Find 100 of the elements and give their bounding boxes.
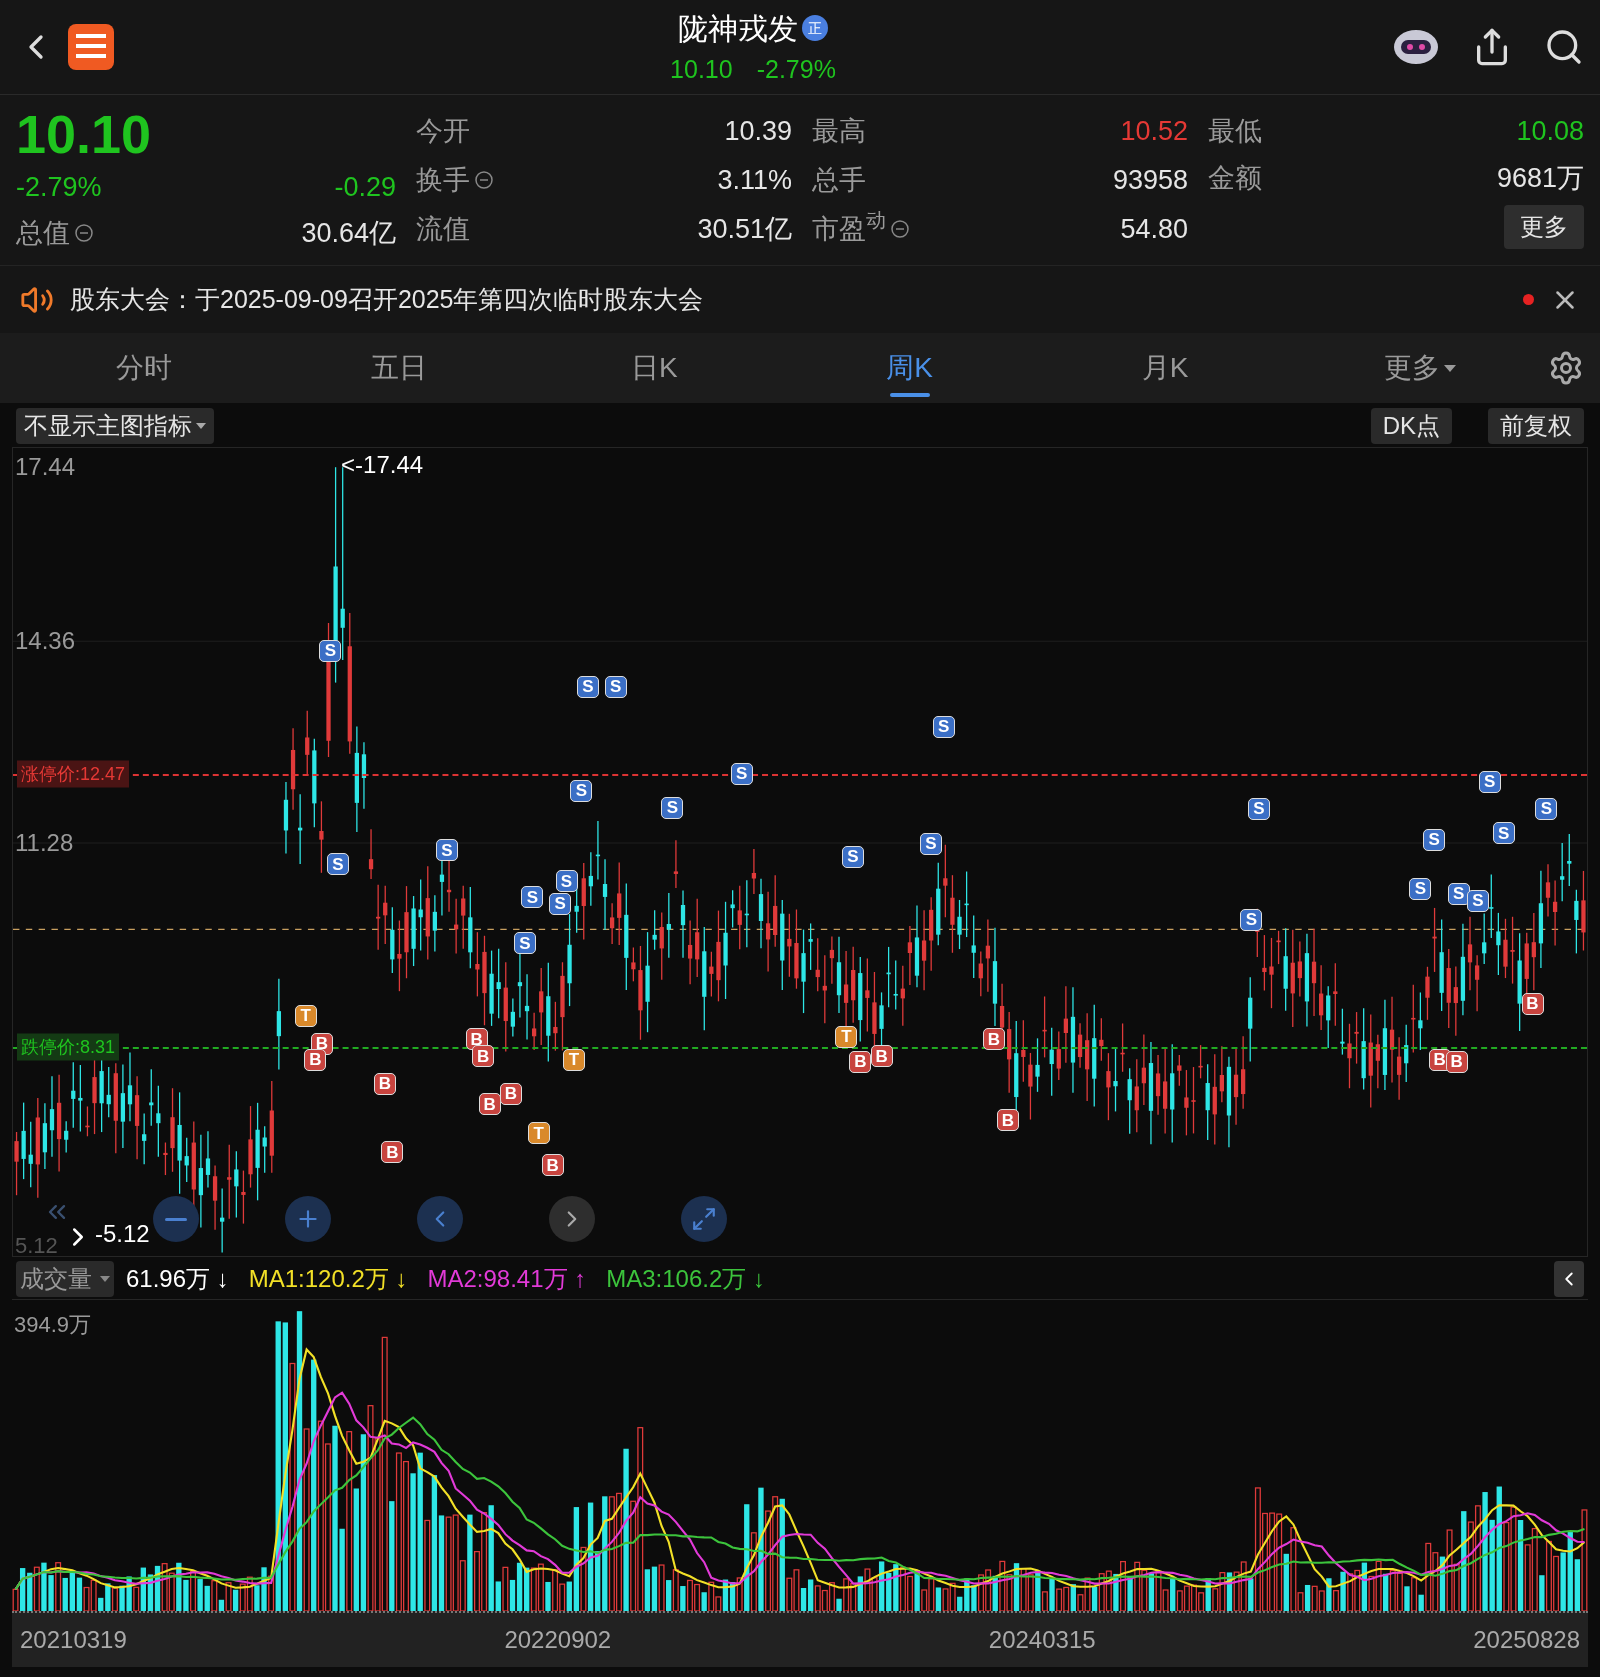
zoom-out-button[interactable] — [153, 1196, 199, 1242]
signal-marker: S — [555, 870, 578, 893]
signal-marker: S — [932, 715, 955, 738]
stat-value: 3.11% — [717, 163, 792, 197]
change-percent: -2.79% — [16, 170, 102, 204]
signal-marker: B — [373, 1073, 396, 1096]
signal-marker: B — [982, 1028, 1005, 1051]
signal-marker: S — [661, 796, 684, 819]
date-label: 20210319 — [20, 1625, 127, 1655]
app-logo-icon[interactable] — [68, 24, 114, 70]
period-tab[interactable]: 月K — [1037, 333, 1293, 403]
signal-marker: S — [319, 639, 342, 662]
signal-marker: S — [1447, 883, 1470, 906]
signal-marker: S — [326, 853, 349, 876]
adjust-button[interactable]: 前复权 — [1488, 408, 1584, 444]
fullscreen-button[interactable] — [681, 1196, 727, 1242]
stat-value: 9681万 — [1496, 162, 1584, 195]
signal-marker: S — [1423, 828, 1446, 851]
signal-marker: S — [570, 779, 593, 802]
signal-marker: S — [730, 762, 753, 785]
info-icon[interactable] — [474, 170, 494, 190]
period-tab[interactable]: 周K — [782, 333, 1038, 403]
info-icon[interactable] — [74, 222, 94, 243]
date-label: 20250828 — [1473, 1625, 1580, 1655]
signal-marker: S — [1492, 822, 1515, 845]
stat-label: 总手 — [812, 163, 866, 197]
header-price: 10.10 — [670, 53, 733, 85]
stat-label: 流值 — [416, 212, 470, 246]
stat-value: 54.80 — [1120, 212, 1188, 246]
signal-marker: B — [996, 1109, 1019, 1132]
settings-icon[interactable] — [1548, 350, 1584, 386]
stat-label: 最低 — [1208, 115, 1262, 148]
volume-selector[interactable]: 成交量 — [16, 1261, 114, 1297]
signal-marker: S — [841, 845, 864, 868]
volume-legend: MA2:98.41万 ↑ — [427, 1261, 587, 1297]
stat-label: 市盈$^{动}$ — [812, 208, 886, 246]
signal-marker: S — [919, 833, 942, 855]
signal-marker: S — [1240, 908, 1263, 931]
expand-icon — [691, 1206, 717, 1232]
volume-legend: MA1:120.2万 ↓ — [248, 1261, 408, 1297]
price-limit-label: 涨停价:12.47 — [17, 760, 130, 788]
dk-point-button[interactable]: DK点 — [1370, 408, 1452, 444]
robot-icon[interactable] — [1392, 27, 1440, 67]
price-limit-label: 跌停价:8.31 — [17, 1033, 120, 1061]
signal-marker: S — [1478, 771, 1501, 794]
stat-label: 今开 — [416, 115, 470, 148]
date-label: 20240315 — [988, 1625, 1096, 1655]
axis-label: 17.44 — [15, 452, 76, 483]
stat-value: 10.52 — [1120, 115, 1188, 148]
change-amount: -0.29 — [334, 170, 396, 204]
signal-marker: S — [513, 932, 536, 955]
axis-label: 11.28 — [15, 827, 74, 858]
stock-title: 陇神戎发 — [678, 10, 798, 47]
max-price-marker: <-17.44 — [341, 450, 424, 481]
more-button[interactable]: 更多 — [1504, 205, 1584, 249]
signal-marker: S — [435, 839, 458, 862]
signal-marker: B — [478, 1093, 501, 1116]
signal-marker: B — [304, 1048, 327, 1071]
stat-label: 最高 — [812, 115, 866, 148]
stat-value: 10.08 — [1516, 115, 1584, 148]
stat-value: 10.39 — [724, 115, 792, 148]
signal-marker: B — [541, 1154, 564, 1177]
signal-marker: B — [499, 1082, 522, 1105]
period-tab[interactable]: 分时 — [16, 333, 272, 403]
signal-marker: B — [1521, 993, 1544, 1016]
signal-marker: S — [521, 886, 544, 909]
volume-legend: MA3:106.2万 ↓ — [606, 1261, 765, 1297]
stock-badge: 正 — [802, 15, 828, 42]
zoom-in-button[interactable] — [285, 1196, 331, 1242]
signal-marker: S — [549, 892, 572, 915]
signal-marker: S — [576, 676, 599, 699]
indicator-dropdown[interactable]: 不显示主图指标 — [16, 408, 214, 444]
signal-marker: B — [472, 1045, 495, 1068]
info-icon[interactable] — [890, 218, 910, 239]
stat-label: 换手 — [416, 163, 470, 197]
minus-icon — [165, 1217, 187, 1221]
signal-marker: B — [381, 1141, 404, 1164]
period-tab[interactable]: 日K — [526, 333, 782, 403]
search-icon[interactable] — [1544, 27, 1584, 67]
axis-label: 14.36 — [15, 626, 76, 657]
signal-marker: T — [835, 1026, 858, 1049]
stat-value: 30.51亿 — [697, 212, 792, 246]
signal-marker: S — [604, 676, 627, 699]
signal-marker: T — [294, 1004, 317, 1027]
stat-label: 金额 — [1208, 162, 1262, 195]
signal-marker: T — [563, 1048, 585, 1071]
current-price: 10.10 — [16, 107, 153, 161]
period-tab[interactable]: 五日 — [271, 333, 527, 403]
collapse-button[interactable] — [1554, 1261, 1584, 1297]
signal-marker: B — [1445, 1050, 1468, 1073]
min-price-marker: -5.12 — [95, 1219, 150, 1249]
signal-marker: S — [1409, 877, 1432, 900]
scroll-right-button[interactable] — [549, 1196, 595, 1242]
more-menu-tab[interactable]: 更多 — [1292, 333, 1548, 403]
signal-marker: B — [870, 1045, 893, 1068]
signal-marker: S — [1535, 797, 1558, 820]
axis-label: 5.12 — [15, 1232, 58, 1260]
header-change: -2.79% — [756, 53, 836, 85]
signal-marker: B — [849, 1050, 872, 1073]
stat-value: 30.64亿 — [301, 216, 396, 250]
